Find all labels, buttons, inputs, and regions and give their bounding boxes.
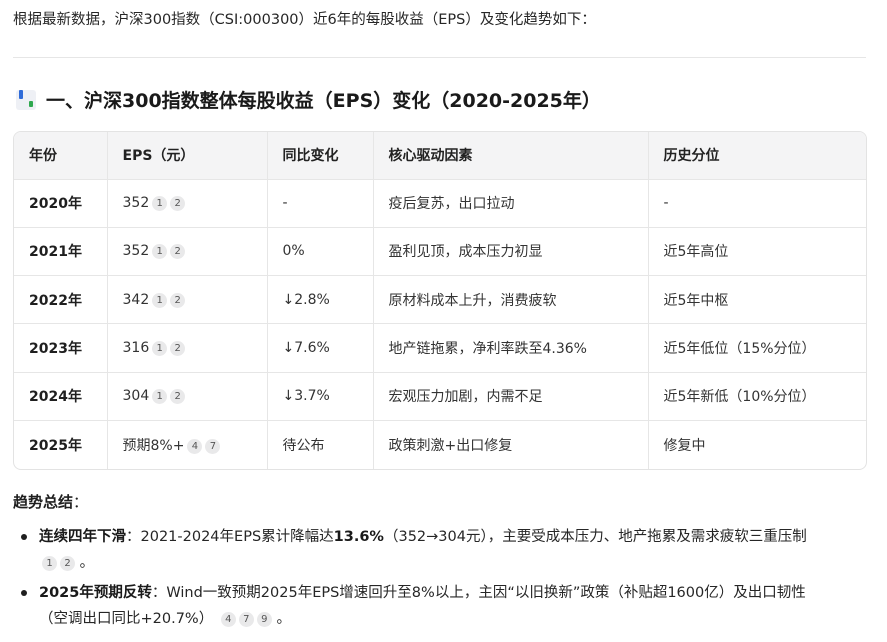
table-row: 2024年 304 1 2 ↓3.7% 宏观压力加剧，内需不足 近5年新低（10%分… xyxy=(14,372,866,422)
citation-badge[interactable]: 1 xyxy=(152,244,168,260)
summary-title: 趋势总结 xyxy=(13,493,74,511)
list-item: 2025年预期反转：Wind一致预期2025年EPS增速回升至8%以上，主因“以… xyxy=(13,580,806,632)
bullet-text: （352→304元），主要受成本压力、地产拖累及需求疲软三重压制 xyxy=(383,529,807,545)
citation-badge[interactable]: 2 xyxy=(60,556,75,571)
cell-year: 2020年 xyxy=(14,179,108,228)
summary-heading: 趋势总结： xyxy=(13,491,88,512)
eps-value: 342 xyxy=(122,291,150,308)
cell-percentile: 近5年低位（15%分位） xyxy=(648,323,866,373)
table-row: 2021年 352 1 2 0% 盈利见顶，成本压力初显 近5年高位 xyxy=(14,227,866,277)
section-title: 一、沪深300指数整体每股收益（EPS）变化（2020-2025年） xyxy=(46,90,601,112)
cell-change: ↓2.8% xyxy=(267,275,374,325)
citation-badge[interactable]: 7 xyxy=(238,612,254,627)
header-driver: 核心驱动因素 xyxy=(373,132,649,180)
citation-badge[interactable]: 2 xyxy=(170,196,186,212)
citation-badge[interactable]: 9 xyxy=(256,612,272,627)
citation-badge[interactable]: 2 xyxy=(170,292,186,308)
citation-badge[interactable]: 1 xyxy=(152,389,168,405)
citation-badge[interactable]: 4 xyxy=(187,439,203,455)
citation-badge[interactable]: 7 xyxy=(205,439,221,455)
cell-eps: 预期8%+ 4 7 xyxy=(107,420,268,469)
bullet-end: 。 xyxy=(276,611,291,627)
eps-value: 预期8%+ xyxy=(122,438,185,455)
cell-eps: 352 1 2 xyxy=(107,179,268,228)
eps-table: 年份 EPS（元） 同比变化 核心驱动因素 历史分位 2020年 352 1 2 -… xyxy=(13,131,867,470)
cell-driver: 宏观压力加剧，内需不足 xyxy=(373,372,649,422)
cell-percentile: - xyxy=(648,179,866,228)
citation-badge[interactable]: 1 xyxy=(152,292,168,308)
eps-value: 352 xyxy=(122,195,150,212)
cell-eps: 304 1 2 xyxy=(107,372,268,422)
citation-badge[interactable]: 1 xyxy=(42,556,57,571)
cell-percentile: 近5年高位 xyxy=(648,227,866,277)
cell-year: 2021年 xyxy=(14,227,108,277)
cell-percentile: 修复中 xyxy=(663,438,706,455)
intro-text: 根据最新数据，沪深300指数（CSI:000300）近6年的每股收益（EPS）及… xyxy=(13,12,596,28)
list-item: 连续四年下滑：2021-2024年EPS累计降幅达13.6%（352→304元）… xyxy=(13,524,807,576)
bullet-bold: 连续四年下滑 xyxy=(39,529,126,545)
bullet-bold: 2025年预期反转 xyxy=(39,585,152,601)
header-eps: EPS（元） xyxy=(107,132,268,180)
header-change: 同比变化 xyxy=(267,132,374,180)
cell-driver: 地产链拖累，净利率跌至4.36% xyxy=(373,323,649,373)
citation-badge[interactable]: 2 xyxy=(170,389,186,405)
bullet-text: （空调出口同比+20.7%） xyxy=(39,611,214,627)
cell-percentile: 近5年中枢 xyxy=(648,275,866,325)
cell-percentile: 近5年新低（10%分位） xyxy=(648,372,866,422)
bullet-end: 。 xyxy=(79,555,95,571)
section-heading: 一、沪深300指数整体每股收益（EPS）变化（2020-2025年） xyxy=(16,86,601,160)
eps-value: 316 xyxy=(122,340,150,357)
cell-change: ↓7.6% xyxy=(267,323,374,373)
citation-badge[interactable]: 2 xyxy=(170,341,186,357)
cell-year: 2025年 xyxy=(14,420,108,469)
cell-change: 0% xyxy=(267,227,374,277)
table-row: 2025年 预期8%+ 4 7 待公布 政策刺激+出口修复 修复中 xyxy=(14,420,866,469)
cell-eps: 342 1 2 xyxy=(107,275,268,325)
cell-year: 2022年 xyxy=(14,275,108,325)
citation-badge[interactable]: 1 xyxy=(152,196,168,212)
cell-driver: 盈利见顶，成本压力初显 xyxy=(373,227,649,277)
table-row: 2022年 342 1 2 ↓2.8% 原材料成本上升，消费疲软 近5年中枢 xyxy=(14,275,866,325)
cell-year: 2023年 xyxy=(14,323,108,373)
bullet-text: ：Wind一致预期2025年EPS增速回升至8%以上，主因“以旧换新”政策（补贴… xyxy=(151,585,806,601)
bullet-text: ：2021-2024年EPS累计降幅达 xyxy=(126,529,334,545)
bullet-dot xyxy=(21,534,27,540)
cell-year: 2024年 xyxy=(14,372,108,422)
header-percentile: 历史分位 xyxy=(648,132,866,180)
header-year: 年份 xyxy=(14,132,108,180)
cell-change: - xyxy=(267,179,374,228)
bullet-highlight: 13.6% xyxy=(333,529,384,545)
bullet-dot xyxy=(21,590,27,596)
eps-value: 352 xyxy=(122,243,150,260)
summary-colon: ： xyxy=(73,493,89,511)
cell-change: 待公布 xyxy=(267,420,374,469)
cell-change: ↓3.7% xyxy=(267,372,374,422)
table-header-row: 年份 EPS（元） 同比变化 核心驱动因素 历史分位 xyxy=(14,132,866,180)
citation-badge[interactable]: 4 xyxy=(220,612,236,627)
citation-badge[interactable]: 1 xyxy=(152,341,168,357)
citation-badge[interactable]: 2 xyxy=(170,244,186,260)
cell-driver: 疫后复苏，出口拉动 xyxy=(373,179,649,228)
cell-driver: 原材料成本上升，消费疲软 xyxy=(373,275,649,325)
cell-driver: 政策刺激+出口修复 xyxy=(373,420,649,469)
table-row: 2023年 316 1 2 ↓7.6% 地产链拖累，净利率跌至4.36% 近5年低位… xyxy=(14,323,866,373)
table-row: 2020年 352 1 2 - 疫后复苏，出口拉动 - xyxy=(14,179,866,228)
divider xyxy=(13,57,866,58)
eps-value: 304 xyxy=(122,388,150,405)
cell-eps: 316 1 2 xyxy=(107,323,268,373)
bar-chart-icon xyxy=(16,89,36,160)
cell-eps: 352 1 2 xyxy=(107,227,268,277)
